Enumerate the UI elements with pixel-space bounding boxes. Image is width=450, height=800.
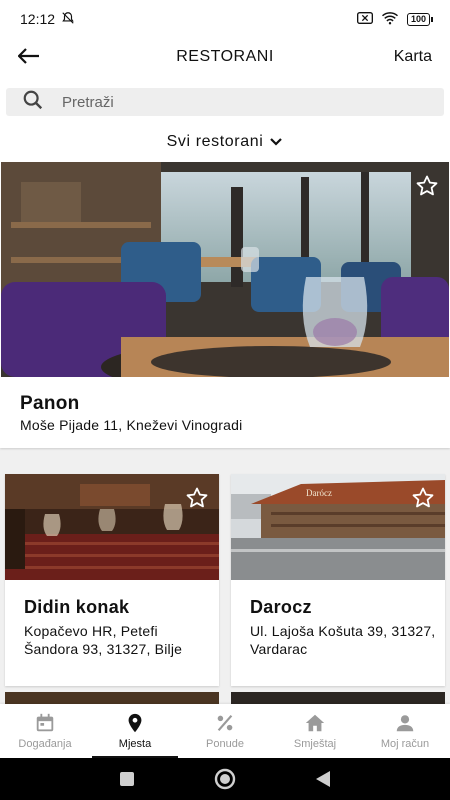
search-icon[interactable] [22, 89, 44, 116]
person-icon [396, 715, 414, 732]
nav-label: Smještaj [293, 738, 337, 750]
percent-icon [217, 714, 233, 732]
nav-moj-racun[interactable]: Moj račun [360, 704, 450, 758]
restaurant-list[interactable]: Panon Moše Pijade 11, Kneževi Vinogradi [0, 162, 450, 704]
svg-text:Darócz: Darócz [306, 488, 332, 498]
status-bar: 12:12 100 [0, 0, 450, 38]
map-button[interactable]: Karta [394, 48, 432, 66]
restaurant-address: Ul. Lajoša Košuta 39, 31327, Vardarac [250, 623, 436, 657]
battery-indicator: 100 [406, 12, 434, 26]
restaurant-photo [5, 474, 219, 580]
back-button[interactable] [17, 45, 40, 69]
favorite-star-icon[interactable] [415, 174, 439, 198]
restaurant-address: Kopačevo HR, Petefi Šandora 93, 31327, B… [24, 623, 183, 657]
restaurant-name: Darocz [250, 597, 312, 617]
restaurant-filter-dropdown[interactable]: Svi restorani [0, 130, 450, 154]
nav-label: Ponude [206, 738, 244, 750]
restaurant-name: Didin konak [24, 597, 130, 617]
system-navigation-bar [0, 758, 450, 800]
search-input[interactable] [62, 93, 402, 111]
circle-icon [214, 768, 236, 790]
triangle-back-icon [315, 771, 330, 787]
no-sim-icon [356, 11, 373, 28]
chevron-down-icon [270, 138, 283, 146]
filter-label: Svi restorani [166, 133, 264, 150]
restaurant-card-panon[interactable]: Panon Moše Pijade 11, Kneževi Vinogradi [0, 162, 450, 448]
calendar-icon [36, 713, 54, 732]
favorite-star-icon[interactable] [185, 486, 209, 510]
back-system-button[interactable] [315, 770, 331, 788]
restaurant-photo [1, 162, 449, 377]
nav-label: Događanja [18, 738, 72, 750]
bell-muted-icon [61, 11, 75, 28]
restaurant-photo: Darócz [231, 474, 445, 580]
nav-label: Mjesta [118, 738, 152, 750]
home-button[interactable] [214, 768, 236, 790]
bottom-navigation: Događanja Mjesta Ponude Smještaj Moj rač… [0, 704, 450, 758]
favorite-star-icon[interactable] [411, 486, 435, 510]
clock: 12:12 [20, 11, 56, 27]
nav-label: Moj račun [380, 738, 430, 750]
nav-dogadanja[interactable]: Događanja [0, 704, 90, 758]
nav-mjesta[interactable]: Mjesta [90, 704, 180, 758]
restaurant-name: Panon [20, 393, 80, 414]
page-title: RESTORANI [176, 48, 274, 65]
restaurant-card-darocz[interactable]: Darócz Darocz Ul. Lajoša Košuta 39, 3132… [231, 474, 445, 686]
square-icon [120, 772, 135, 786]
search-bar [6, 88, 444, 116]
restaurant-card-partial[interactable] [231, 692, 445, 704]
restaurant-card-didin-konak[interactable]: Didin konak Kopačevo HR, Petefi Šandora … [5, 474, 219, 686]
arrow-left-icon [17, 48, 39, 64]
nav-ponude[interactable]: Ponude [180, 704, 270, 758]
app-header: RESTORANI Karta [0, 38, 450, 76]
house-icon [305, 714, 325, 732]
restaurant-card-partial[interactable] [5, 692, 219, 704]
restaurant-address: Moše Pijade 11, Kneževi Vinogradi [20, 417, 243, 433]
recent-apps-button[interactable] [119, 771, 135, 787]
map-pin-icon [128, 713, 142, 733]
nav-smjestaj[interactable]: Smještaj [270, 704, 360, 758]
wifi-icon [381, 11, 399, 28]
